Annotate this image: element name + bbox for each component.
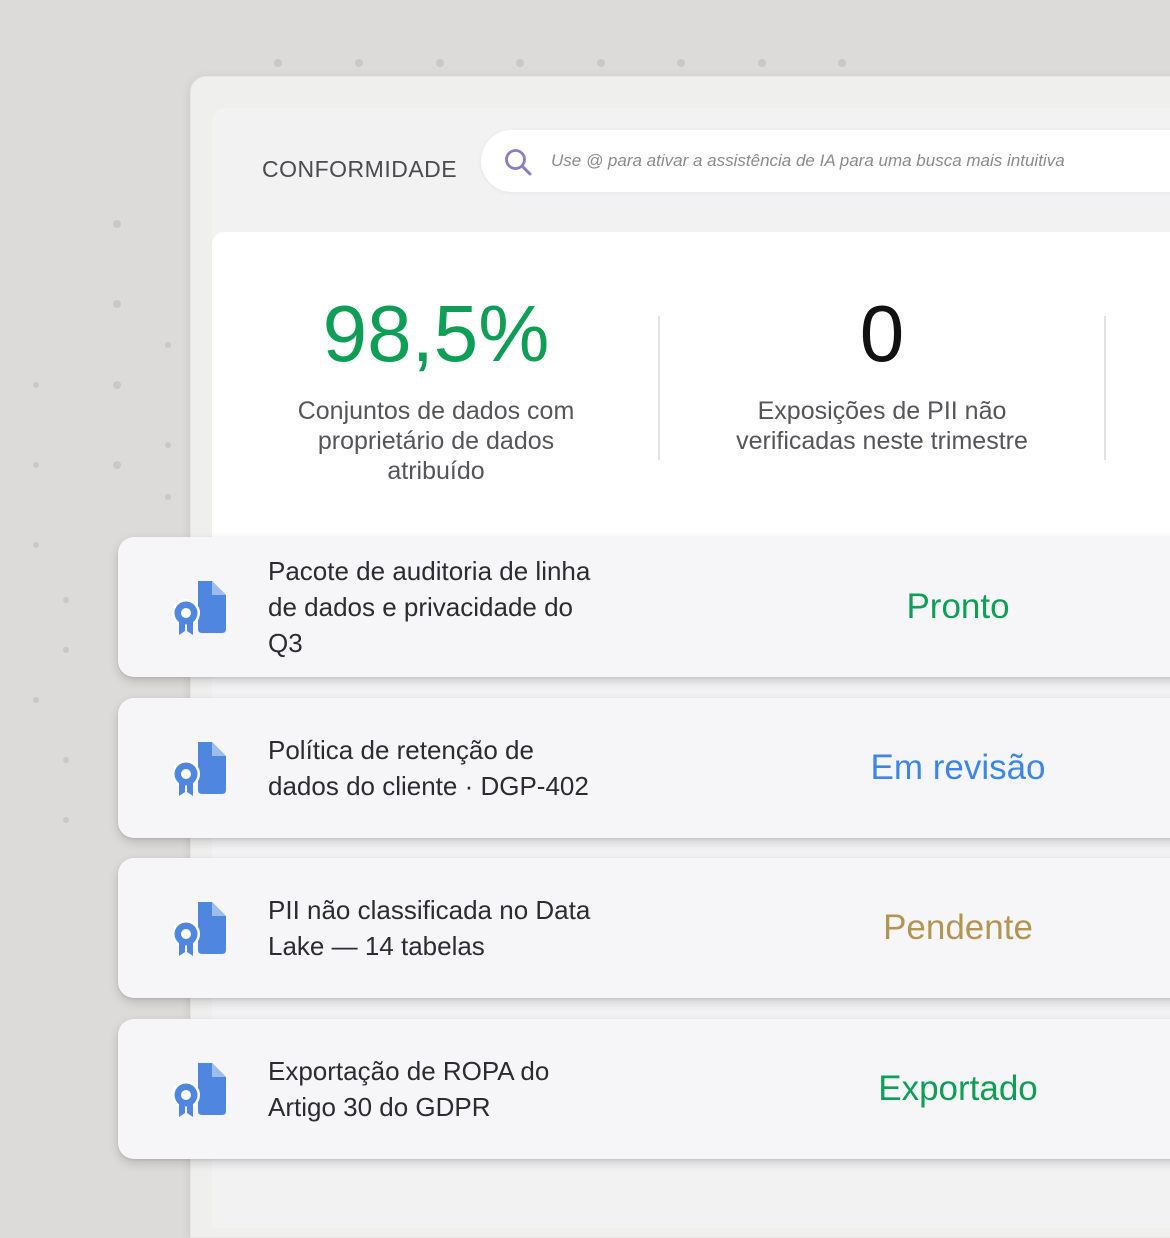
stat-value: 98,5% <box>322 289 550 378</box>
search-input[interactable] <box>551 130 1170 192</box>
status-badge: Em revisão <box>870 748 1046 787</box>
list-item[interactable]: Exportação de ROPA do Artigo 30 do GDPR … <box>118 1019 1170 1159</box>
stat-datasets-with-owner: 98,5% Conjuntos de dados com proprietári… <box>286 292 586 486</box>
list-item[interactable]: Política de retenção de dados do cliente… <box>118 698 1170 838</box>
status-badge: Pendente <box>883 908 1033 947</box>
item-title: Política de retenção de dados do cliente… <box>268 735 589 801</box>
divider <box>1104 316 1106 460</box>
stat-label: Conjuntos de dados com proprietário de d… <box>297 397 575 485</box>
search-bar[interactable] <box>481 130 1170 192</box>
stat-value: 0 <box>859 289 905 378</box>
section-title: CONFORMIDADE <box>262 156 458 182</box>
item-title: Pacote de auditoria de linha de dados e … <box>268 556 591 658</box>
stat-pii-exposures: 0 Exposições de PII não verificadas nest… <box>732 292 1032 456</box>
status-badge: Pronto <box>906 587 1010 626</box>
divider <box>658 316 660 460</box>
list-item[interactable]: PII não classificada no Data Lake — 14 t… <box>118 858 1170 998</box>
certificate-document-icon <box>172 1063 226 1117</box>
certificate-document-icon <box>172 581 226 635</box>
item-title: Exportação de ROPA do Artigo 30 do GDPR <box>268 1056 550 1122</box>
certificate-document-icon <box>172 742 226 796</box>
item-title: PII não classificada no Data Lake — 14 t… <box>268 895 591 961</box>
search-icon[interactable] <box>503 147 533 177</box>
stat-label: Exposições de PII não verificadas neste … <box>736 397 1028 455</box>
certificate-document-icon <box>172 902 226 956</box>
status-badge: Exportado <box>878 1069 1038 1108</box>
list-item[interactable]: Pacote de auditoria de linha de dados e … <box>118 537 1170 677</box>
